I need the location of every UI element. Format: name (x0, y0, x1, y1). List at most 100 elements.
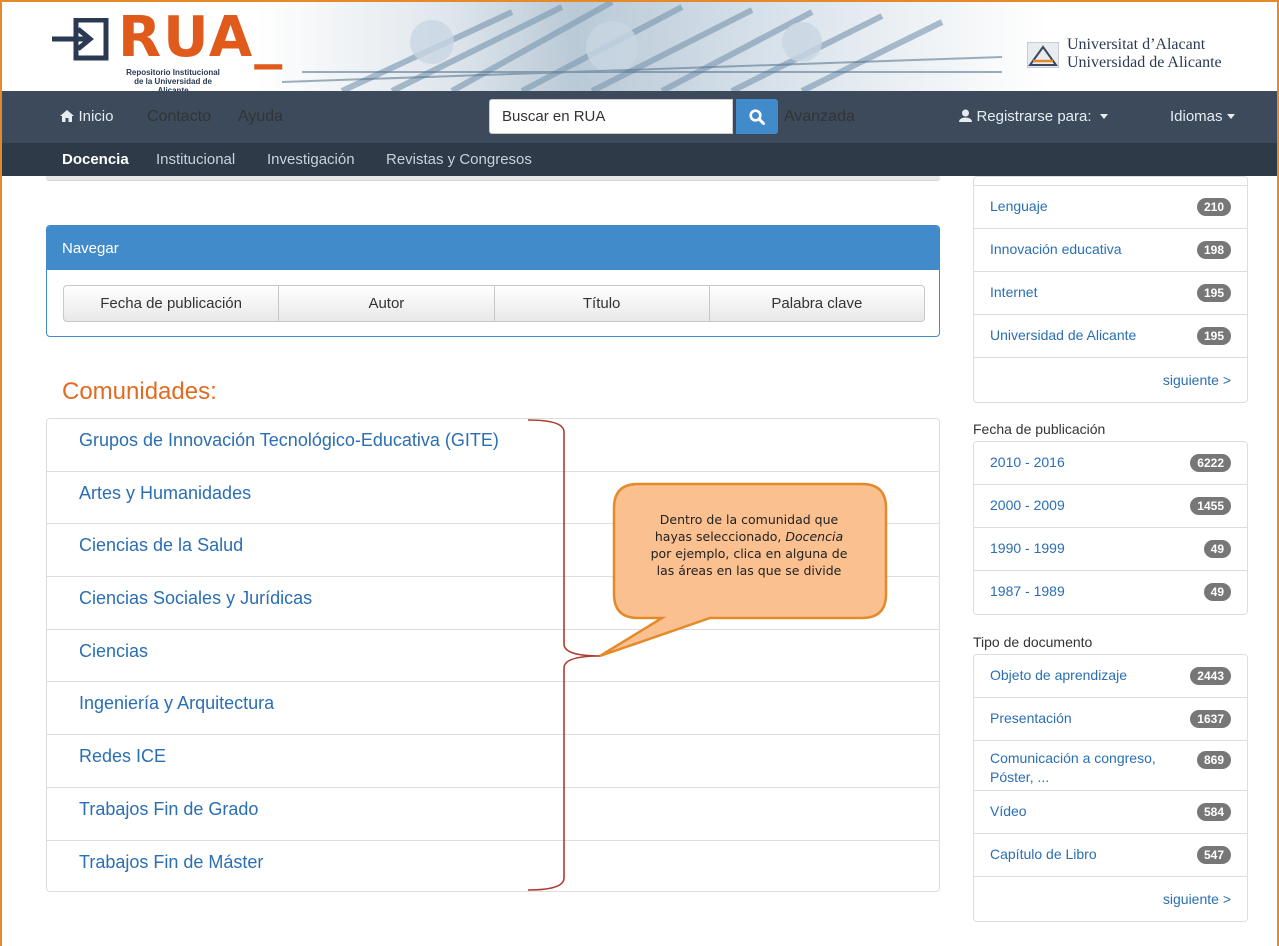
university-name-line1: Universitat d’Alacant (1067, 36, 1206, 53)
date-item[interactable]: 1987 - 1989 49 (974, 571, 1247, 614)
facet-label: Vídeo (990, 803, 1027, 819)
subject-item[interactable]: Internet 195 (974, 272, 1247, 315)
callout-text: Dentro de la comunidad que hayas selecci… (622, 511, 876, 579)
banner-laboratory-image (282, 2, 1002, 91)
subject-item[interactable]: Lenguaje 210 (974, 186, 1247, 229)
count-badge: 1637 (1190, 710, 1231, 728)
count-badge: 195 (1196, 327, 1231, 345)
languages-dropdown[interactable]: Idiomas (1170, 108, 1235, 126)
type-item[interactable]: Objeto de aprendizaje 2443 (974, 655, 1247, 698)
count-badge: 49 (1203, 540, 1231, 558)
subnav-investigacion[interactable]: Investigación (267, 151, 355, 168)
home-link[interactable]: Inicio (60, 108, 113, 126)
count-badge: 1455 (1190, 497, 1231, 515)
logo-text: RUA_ (118, 5, 285, 70)
subject-item[interactable]: Innovación educativa 198 (974, 229, 1247, 272)
callout-line: las áreas en las que se divide (656, 563, 842, 578)
home-icon (60, 110, 74, 122)
community-item[interactable]: Ingeniería y Arquitectura (47, 682, 939, 736)
search-button[interactable] (736, 99, 778, 134)
subject-item[interactable]: Universidad de Alicante 195 (974, 315, 1247, 358)
subnav-institucional[interactable]: Institucional (156, 151, 235, 168)
facet-label: Objeto de aprendizaje (990, 667, 1127, 683)
type-facet: Objeto de aprendizaje 2443 Presentación 16… (973, 654, 1248, 922)
facet-label: Universidad de Alicante (990, 327, 1137, 343)
languages-label: Idiomas (1170, 108, 1223, 125)
help-link[interactable]: Ayuda (238, 108, 283, 126)
date-item[interactable]: 2010 - 2016 6222 (974, 442, 1247, 485)
rua-logo[interactable]: RUA_ Repositorio Institucional de la Uni… (50, 10, 282, 91)
communities-heading: Comunidades: (62, 378, 217, 405)
count-badge: 547 (1196, 846, 1231, 864)
count-badge: 584 (1196, 803, 1231, 821)
type-item[interactable]: Presentación 1637 (974, 698, 1247, 741)
browse-panel-heading: Navegar (47, 226, 939, 270)
university-emblem-icon (1027, 42, 1059, 68)
facet-label: Internet (990, 284, 1038, 300)
contact-link[interactable]: Contacto (147, 108, 211, 126)
date-item[interactable]: 1990 - 1999 49 (974, 528, 1247, 571)
subjects-next-link[interactable]: siguiente > (974, 358, 1247, 402)
login-arrow-icon (52, 18, 109, 61)
callout-line: por ejemplo, clica en alguna de (650, 546, 848, 561)
community-item[interactable]: Trabajos Fin de Grado (47, 788, 939, 841)
user-icon (959, 109, 972, 122)
type-item[interactable]: Comunicación a congreso, Póster, ... 869 (974, 741, 1247, 791)
advanced-search-link[interactable]: Avanzada (784, 108, 855, 126)
facet-label: Comunicación a congreso, Póster, ... (990, 750, 1156, 785)
caret-down-icon (1099, 114, 1108, 119)
count-badge: 6222 (1190, 454, 1231, 472)
register-label: Registrarse para: (976, 108, 1092, 125)
header-banner: RUA_ Repositorio Institucional de la Uni… (2, 2, 1277, 91)
browse-by-title-button[interactable]: Título (493, 285, 710, 322)
facet-label: 2010 - 2016 (990, 454, 1065, 470)
university-name-line2: Universidad de Alicante (1067, 54, 1222, 71)
community-item[interactable]: Redes ICE (47, 735, 939, 788)
browse-by-keyword-button[interactable]: Palabra clave (708, 285, 925, 322)
university-name: Universitat d’Alacant Universidad de Ali… (1067, 36, 1222, 72)
callout-line: Dentro de la comunidad que (659, 512, 839, 527)
date-facet: 2010 - 2016 6222 2000 - 2009 1455 1990 - 1… (973, 441, 1248, 615)
search-input[interactable] (489, 99, 733, 134)
subjects-facet: Lenguaje 210 Innovación educativa 198 Inte… (973, 176, 1248, 403)
count-badge: 198 (1196, 241, 1231, 259)
count-badge: 869 (1196, 751, 1231, 769)
callout-emphasis: Docencia (785, 529, 844, 544)
search-icon (749, 108, 765, 125)
facet-label: 1987 - 1989 (990, 583, 1065, 599)
logo-subtitle-line2: de la Universidad de Alicante (134, 77, 212, 91)
breadcrumb-bar-edge (46, 176, 940, 181)
count-badge: 210 (1196, 198, 1231, 216)
logo-subtitle: Repositorio Institucional de la Universi… (118, 68, 228, 91)
count-badge: 49 (1203, 583, 1231, 601)
community-item[interactable]: Trabajos Fin de Máster (47, 841, 939, 894)
community-subnav: Docencia Institucional Investigación Rev… (2, 143, 1277, 176)
caret-down-icon (1226, 114, 1235, 119)
community-item[interactable]: Grupos de Innovación Tecnológico-Educati… (47, 419, 939, 472)
facet-label: Lenguaje (990, 198, 1048, 214)
browse-by-author-button[interactable]: Autor (278, 285, 495, 322)
facet-label: Capítulo de Libro (990, 846, 1097, 862)
type-item[interactable]: Capítulo de Libro 547 (974, 834, 1247, 877)
count-badge: 195 (1196, 284, 1231, 302)
facet-label: Presentación (990, 710, 1072, 726)
subjects-top-edge (974, 177, 1247, 186)
home-link-label: Inicio (78, 108, 114, 125)
callout-line-text: hayas seleccionado, (654, 529, 786, 544)
count-badge: 2443 (1190, 667, 1231, 685)
facet-label: 1990 - 1999 (990, 540, 1065, 556)
date-facet-title: Fecha de publicación (973, 421, 1106, 437)
date-item[interactable]: 2000 - 2009 1455 (974, 485, 1247, 528)
type-facet-title: Tipo de documento (973, 634, 1093, 650)
browse-by-date-button[interactable]: Fecha de publicación (63, 285, 280, 322)
types-next-link[interactable]: siguiente > (974, 877, 1247, 921)
subnav-docencia[interactable]: Docencia (62, 151, 129, 168)
facet-label: 2000 - 2009 (990, 497, 1065, 513)
browse-panel: Navegar Fecha de publicación Autor Títul… (46, 225, 940, 337)
browse-button-group: Fecha de publicación Autor Título Palabr… (63, 285, 925, 322)
type-item[interactable]: Vídeo 584 (974, 791, 1247, 834)
register-dropdown[interactable]: Registrarse para: (959, 108, 1108, 126)
university-logo[interactable]: Universitat d’Alacant Universidad de Ali… (1027, 36, 1237, 76)
facet-label: Innovación educativa (990, 241, 1122, 257)
subnav-revistas[interactable]: Revistas y Congresos (386, 151, 532, 168)
